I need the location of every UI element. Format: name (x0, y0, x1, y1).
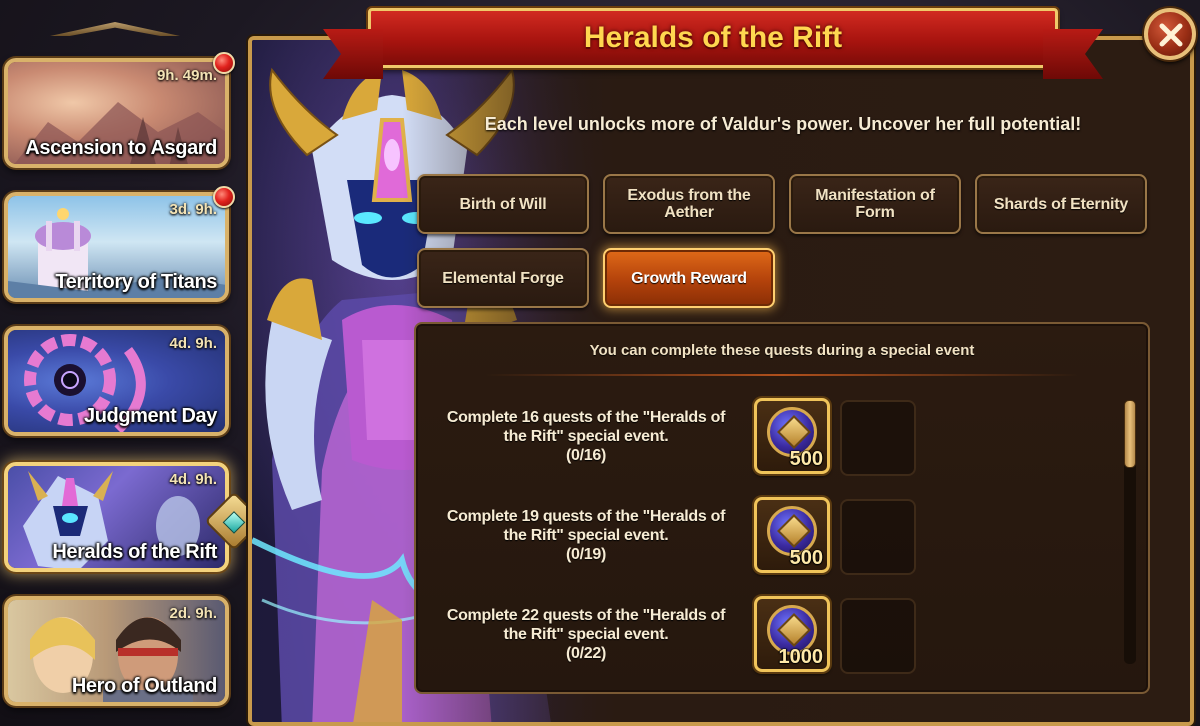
event-subtitle: Each level unlocks more of Valdur's powe… (484, 114, 1082, 134)
tab-shards-of-eternity[interactable]: Shards of Eternity (975, 174, 1147, 234)
quest-text-line: the Rift" special event. (503, 626, 669, 643)
sidebar-item-judgment-day[interactable]: 4d. 9h. Judgment Day (4, 326, 229, 436)
quest-text-line: Complete 19 quests of the "Heralds of (446, 508, 726, 525)
tab-growth-reward[interactable]: Growth Reward (603, 248, 775, 308)
divider (486, 374, 1078, 376)
quest-row: Complete 19 quests of the "Heralds of th… (416, 497, 1136, 585)
quest-progress: (0/19) (566, 546, 606, 563)
tab-exodus-from-the-aether[interactable]: Exodus from the Aether (603, 174, 775, 234)
tab-birth-of-will[interactable]: Birth of Will (417, 174, 589, 234)
event-label: Heralds of the Rift (52, 541, 217, 563)
reward-item[interactable]: 500 (754, 497, 830, 573)
close-button[interactable] (1144, 8, 1196, 60)
reward-amount: 500 (789, 547, 823, 569)
page-title: Heralds of the Rift (583, 21, 843, 54)
close-icon (1159, 23, 1183, 47)
reward-item[interactable]: 500 (754, 398, 830, 474)
notification-dot-icon (213, 186, 235, 208)
event-timer: 4d. 9h. (169, 471, 217, 488)
tab-manifestation-of-form[interactable]: Manifestation of Form (789, 174, 961, 234)
quest-text-line: Complete 22 quests of the "Heralds of (446, 607, 726, 624)
quest-row: Complete 22 quests of the "Heralds of th… (416, 596, 1136, 684)
event-timer: 9h. 49m. (156, 67, 217, 84)
quest-progress: (0/22) (566, 645, 606, 662)
scrollbar-thumb[interactable] (1124, 400, 1136, 468)
event-timer: 4d. 9h. (169, 335, 217, 352)
notification-dot-icon (213, 52, 235, 74)
sidebar-item-ascension-to-asgard[interactable]: 9h. 49m. Ascension to Asgard (4, 52, 235, 168)
event-timer: 3d. 9h. (169, 201, 217, 218)
quest-progress: (0/16) (566, 447, 606, 464)
sidebar-item-hero-of-outland[interactable]: 2d. 9h. Hero of Outland (4, 596, 229, 706)
empty-reward-slot (840, 400, 916, 476)
quest-list-header: You can complete these quests during a s… (589, 342, 975, 359)
title-banner: Heralds of the Rift (368, 8, 1058, 68)
quest-text-line: Complete 16 quests of the "Heralds of (446, 409, 726, 426)
empty-reward-slot (840, 499, 916, 575)
event-sidebar: 9h. 49m. Ascension to Asgard 3d. 9h. Ter… (0, 0, 264, 726)
reward-amount: 1000 (778, 646, 824, 668)
quest-description: Complete 22 quests of the "Heralds of th… (436, 606, 736, 663)
event-label: Hero of Outland (71, 675, 218, 697)
empty-reward-slot (840, 598, 916, 674)
event-label: Territory of Titans (55, 271, 217, 293)
quest-row: Complete 16 quests of the "Heralds of th… (416, 398, 1136, 486)
event-label: Judgment Day (83, 405, 217, 427)
reward-item[interactable]: 1000 (754, 596, 830, 672)
quest-list-panel: You can complete these quests during a s… (414, 322, 1150, 694)
reward-amount: 500 (789, 448, 823, 470)
quest-text-line: the Rift" special event. (503, 527, 669, 544)
sidebar-item-territory-of-titans[interactable]: 3d. 9h. Territory of Titans (4, 186, 235, 302)
event-label: Ascension to Asgard (25, 137, 217, 159)
sidebar-top-ornament (50, 22, 180, 36)
quest-description: Complete 19 quests of the "Heralds of th… (436, 507, 736, 564)
quest-text-line: the Rift" special event. (503, 428, 669, 445)
quest-description: Complete 16 quests of the "Heralds of th… (436, 408, 736, 465)
event-timer: 2d. 9h. (169, 605, 217, 622)
tab-elemental-forge[interactable]: Elemental Forge (417, 248, 589, 308)
sidebar-item-heralds-of-the-rift[interactable]: 4d. 9h. Heralds of the Rift (4, 462, 264, 572)
